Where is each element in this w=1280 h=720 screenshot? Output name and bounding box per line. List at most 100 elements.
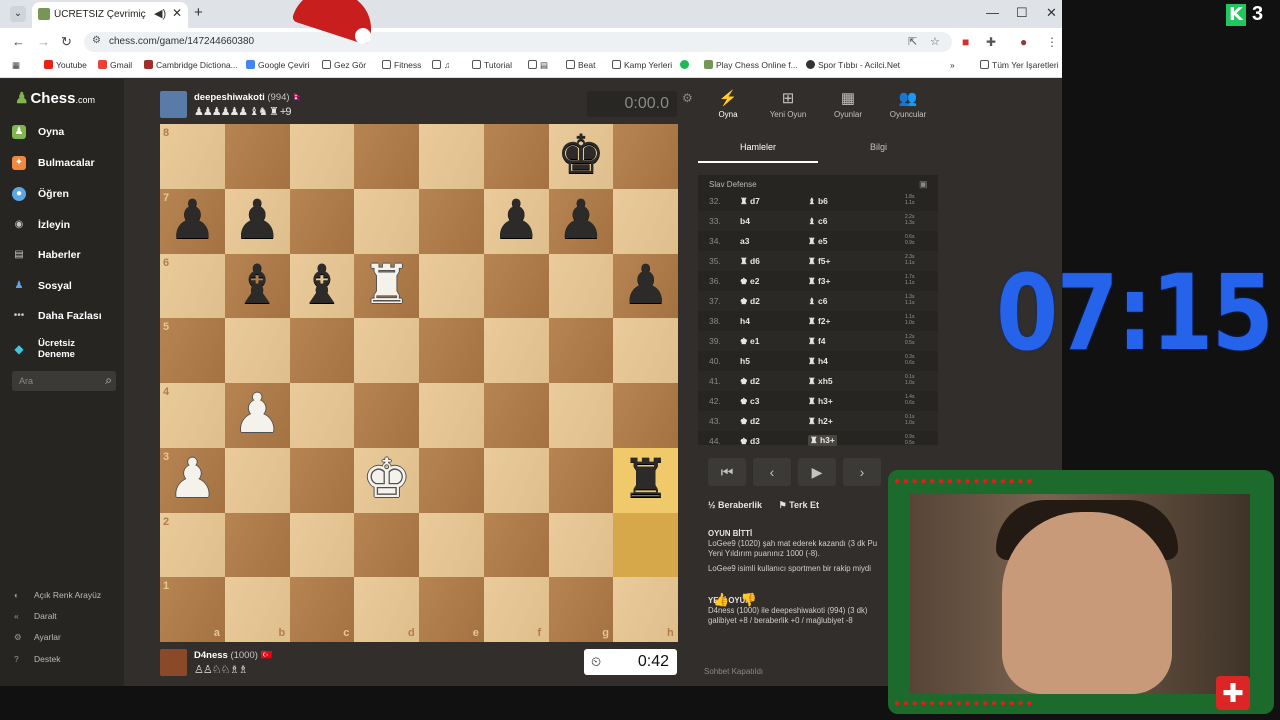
thumbs-down-icon[interactable]: 👎 [741,592,757,607]
square-c7[interactable] [289,188,355,254]
chess-logo[interactable]: ♟ Chess.com [15,89,95,107]
tab-yeni-oyun[interactable]: ⊞ Yeni Oyun [758,89,818,119]
square-g2[interactable] [548,512,614,578]
square-b5[interactable] [224,318,290,384]
square-g5[interactable] [548,318,614,384]
square-a6[interactable] [160,253,225,319]
square-e2[interactable] [419,512,484,578]
book-icon[interactable]: ▣ [919,179,928,190]
prev-move-button[interactable]: ‹ [753,458,791,486]
square-b8[interactable] [224,124,290,189]
square-d8[interactable] [354,124,420,189]
square-c4[interactable] [289,383,355,448]
white-move[interactable]: ♚ d2 [740,416,760,427]
white-move[interactable]: b4 [740,216,750,226]
square-a5[interactable] [160,318,225,384]
piece-b6[interactable]: ♝ [225,253,290,319]
square-d2[interactable] [354,512,420,578]
site-info-icon[interactable]: ⚙ [92,35,101,46]
bookmark-folder-gez-gor[interactable]: Gez Gör [322,60,366,70]
tab-oyunlar[interactable]: ▦ Oyunlar [818,89,878,119]
white-move[interactable]: ♚ d2 [740,376,760,387]
extension-red-icon[interactable]: ■ [962,35,969,49]
chess-board[interactable]: 8 7 6 5 4 3 2 1 a b c d e f g h ♚ ♟ ♟ ♟ ♟ ♝ ♝ ♜ ♟ ♟ ♟ ♚ ♜ [160,124,679,643]
subtab-hamleler[interactable]: Hamleler [740,142,776,152]
square-h2[interactable] [613,512,679,578]
collapse-button[interactable]: «Daralt [14,611,57,621]
white-move[interactable]: a3 [740,236,749,246]
close-window-icon[interactable]: ✕ [1046,5,1057,21]
piece-a7[interactable]: ♟ [160,188,225,254]
resign-button[interactable]: ⚑ Terk Et [779,500,819,510]
black-move[interactable]: ♜ f5+ [808,256,831,267]
square-f8[interactable] [483,124,549,189]
square-c5[interactable] [289,318,355,384]
sidebar-search-input[interactable]: Ara ⌕ [12,371,116,391]
avatar[interactable] [160,91,187,118]
white-move[interactable]: ♚ e2 [740,276,759,287]
bookmark-folder-music[interactable]: ♫ [432,60,450,70]
square-d5[interactable] [354,318,420,384]
square-f4[interactable] [483,383,549,448]
bookmark-spor-tibbi[interactable]: Spor Tıbbı - Acilci.Net [806,60,900,70]
board-settings-icon[interactable]: ⚙ [682,91,693,105]
square-b2[interactable] [224,512,290,578]
avatar[interactable] [160,649,187,676]
square-e7[interactable] [419,188,484,254]
bookmark-folder-fitness[interactable]: Fitness [382,60,421,70]
black-move[interactable]: ♜ h3+ [808,435,837,446]
forward-icon[interactable]: → [37,34,50,49]
white-move[interactable]: ♚ d2 [740,296,760,307]
bookmark-folder-beat[interactable]: Beat [566,60,596,70]
bottom-player-name[interactable]: D4ness (1000) 🇹🇷 [194,650,272,661]
play-button[interactable]: ▶ [798,458,836,486]
black-move[interactable]: ♜ h2+ [808,416,833,427]
back-icon[interactable]: ← [12,34,25,49]
audio-icon[interactable]: ◀) [154,7,166,20]
piece-a3[interactable]: ♟ [160,447,225,513]
tab-oyna[interactable]: ⚡ Oyna [698,89,758,119]
bookmark-folder-misc[interactable]: ▤ [528,60,548,71]
light-theme-toggle[interactable]: ◐ Açık Renk Arayüz [14,590,101,600]
black-move[interactable]: ♝ c6 [808,296,827,307]
white-move[interactable]: ♚ d3 [740,436,760,447]
square-a4[interactable] [160,383,225,448]
black-move[interactable]: ♜ xh5 [808,376,833,387]
piece-c6[interactable]: ♝ [290,253,355,319]
tab-oyuncular[interactable]: 👥 Oyuncular [878,89,938,119]
white-move[interactable]: h4 [740,316,750,326]
bookmark-folder-tutorial[interactable]: Tutorial [472,60,512,70]
black-move[interactable]: ♜ h3+ [808,396,833,407]
bookmarks-more[interactable]: » [950,60,955,70]
piece-h6[interactable]: ♟ [613,253,678,319]
browser-menu-icon[interactable]: ⋮ [1046,35,1058,49]
tab-close-icon[interactable]: ✕ [172,6,182,20]
subtab-bilgi[interactable]: Bilgi [870,142,887,152]
draw-button[interactable]: ½ Beraberlik [708,500,762,510]
white-move[interactable]: ♜ d6 [740,256,760,267]
black-move[interactable]: ♜ f3+ [808,276,831,287]
black-move[interactable]: ♝ b6 [808,196,828,207]
black-move[interactable]: ♜ e5 [808,236,827,247]
bookmark-spotify[interactable] [680,60,692,70]
piece-b4[interactable]: ♟ [225,383,290,448]
black-move[interactable]: ♜ h4 [808,356,828,367]
tab-list-button[interactable]: ⌄ [10,6,26,22]
square-h5[interactable] [613,318,679,384]
square-a2[interactable] [160,512,225,578]
white-move[interactable]: ♚ e1 [740,336,759,347]
square-h7[interactable] [613,188,679,254]
bookmark-youtube[interactable]: Youtube [44,60,87,70]
piece-g7[interactable]: ♟ [549,188,614,254]
piece-h3[interactable]: ♜ [613,447,678,513]
square-f3[interactable] [483,447,549,513]
bookmark-folder-kamp[interactable]: Kamp Yerleri [612,60,672,70]
next-move-button[interactable]: › [843,458,881,486]
black-move[interactable]: ♜ f2+ [808,316,831,327]
square-g6[interactable] [548,253,614,319]
browser-tab[interactable]: ÜCRETSİZ Çevrimiçi Satranç ◀) ✕ [32,2,188,28]
white-move[interactable]: ♜ d7 [740,196,760,207]
url-input[interactable]: ⚙ chess.com/game/147244660380 ⇱ ☆ [84,32,952,52]
piece-b7[interactable]: ♟ [225,188,290,254]
search-icon[interactable]: ⌕ [105,373,112,388]
